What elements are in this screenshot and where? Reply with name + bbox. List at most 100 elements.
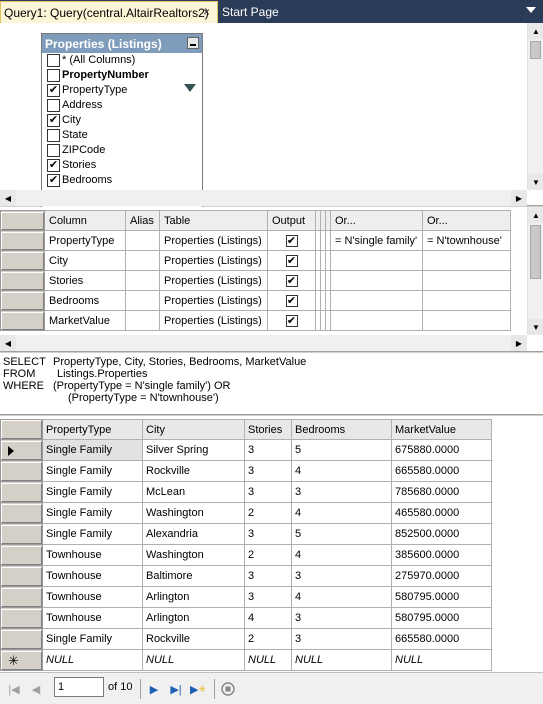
table-box-properties[interactable]: Properties (Listings) * (All Columns) Pro… [41,33,203,213]
scroll-thumb[interactable] [530,41,541,59]
result-cell-propertytype[interactable]: Townhouse [42,607,143,629]
result-cell-marketvalue[interactable]: 465580.0000 [391,502,492,524]
criteria-header-alias[interactable]: Alias [125,210,160,231]
column-checkbox[interactable]: ✔ [47,174,60,187]
criteria-cell-output[interactable]: ✔ [267,270,316,291]
scroll-left-icon[interactable]: ◀ [0,335,16,351]
result-row-selector[interactable] [0,565,43,587]
result-cell-stories[interactable]: 3 [244,439,292,461]
result-cell-bedrooms[interactable]: 3 [291,607,392,629]
criteria-cell-table[interactable]: Properties (Listings) [159,270,268,291]
criteria-header-column[interactable]: Column [44,210,126,231]
scroll-down-icon[interactable]: ▼ [528,319,543,335]
result-cell-city[interactable]: Arlington [142,607,245,629]
column-checkbox[interactable] [47,99,60,112]
tab-query1[interactable]: Query1: Query(central.AltairRealtors2) × [0,1,218,23]
criteria-cell-or1[interactable] [330,250,423,271]
results-header-marketvalue[interactable]: MarketValue [391,419,492,440]
diagram-vertical-scrollbar[interactable]: ▲ ▼ [527,23,543,190]
scroll-up-icon[interactable]: ▲ [528,207,543,223]
stop-icon[interactable] [220,681,236,697]
result-row-selector[interactable] [0,607,43,629]
result-row-selector[interactable] [0,460,43,482]
result-cell-propertytype[interactable]: Townhouse [42,565,143,587]
criteria-cell-or2[interactable] [422,270,511,291]
result-cell-bedrooms[interactable]: 5 [291,439,392,461]
result-cell-marketvalue[interactable]: 580795.0000 [391,586,492,608]
result-cell-city[interactable]: Arlington [142,586,245,608]
criteria-cell-table[interactable]: Properties (Listings) [159,290,268,311]
result-row-selector[interactable] [0,439,43,461]
result-cell-stories[interactable]: 2 [244,628,292,650]
result-cell-bedrooms[interactable]: 4 [291,502,392,524]
criteria-header-or2[interactable]: Or... [422,210,511,231]
output-checkbox[interactable]: ✔ [285,254,298,267]
result-row-selector[interactable] [0,502,43,524]
criteria-cell-column[interactable]: PropertyType [44,230,126,251]
criteria-cell-or2[interactable] [422,290,511,311]
next-record-icon[interactable]: ▶ [146,681,162,697]
column-checkbox[interactable] [47,54,60,67]
criteria-cell-table[interactable]: Properties (Listings) [159,310,268,331]
result-cell-propertytype[interactable]: Single Family [42,628,143,650]
result-row-selector[interactable] [0,628,43,650]
result-cell-propertytype[interactable]: Townhouse [42,586,143,608]
result-cell-stories[interactable]: 3 [244,565,292,587]
result-cell-city[interactable]: NULL [142,649,245,671]
result-cell-stories[interactable]: 2 [244,502,292,524]
result-cell-propertytype[interactable]: Single Family [42,481,143,503]
result-row-selector[interactable] [0,586,43,608]
table-column-row[interactable]: ✔ Bedrooms [42,173,202,188]
result-row-selector[interactable]: ✳ [0,649,43,671]
result-cell-propertytype[interactable]: Single Family [42,502,143,524]
result-cell-marketvalue[interactable]: 385600.0000 [391,544,492,566]
table-column-row[interactable]: * (All Columns) [42,53,202,68]
tab-dropdown-icon[interactable] [526,7,536,13]
table-column-row[interactable]: ✔ Stories [42,158,202,173]
criteria-cell-alias[interactable] [125,310,160,331]
result-row-selector[interactable] [0,481,43,503]
result-cell-bedrooms[interactable]: 3 [291,481,392,503]
table-column-row[interactable]: PropertyNumber [42,68,202,83]
table-column-row[interactable]: ZIPCode [42,143,202,158]
result-cell-city[interactable]: Silver Spring [142,439,245,461]
column-checkbox[interactable]: ✔ [47,84,60,97]
result-cell-marketvalue[interactable]: 275970.0000 [391,565,492,587]
scroll-down-icon[interactable]: ▼ [528,174,543,190]
first-record-icon[interactable]: |◀ [6,681,22,697]
result-cell-marketvalue[interactable]: 665580.0000 [391,460,492,482]
result-row-selector[interactable] [0,523,43,545]
result-cell-stories[interactable]: 3 [244,460,292,482]
output-checkbox[interactable]: ✔ [285,294,298,307]
result-cell-stories[interactable]: 3 [244,586,292,608]
table-column-row[interactable]: Address [42,98,202,113]
scroll-up-icon[interactable]: ▲ [528,23,543,39]
minimize-icon[interactable] [187,37,199,49]
result-cell-bedrooms[interactable]: NULL [291,649,392,671]
result-cell-bedrooms[interactable]: 3 [291,628,392,650]
result-cell-city[interactable]: Baltimore [142,565,245,587]
result-cell-city[interactable]: Washington [142,502,245,524]
table-column-row[interactable]: State [42,128,202,143]
result-cell-propertytype[interactable]: NULL [42,649,143,671]
results-header-city[interactable]: City [142,419,245,440]
result-cell-bedrooms[interactable]: 4 [291,544,392,566]
criteria-cell-or1[interactable] [330,270,423,291]
results-header-propertytype[interactable]: PropertyType [42,419,143,440]
result-cell-stories[interactable]: 2 [244,544,292,566]
criteria-header-table[interactable]: Table [159,210,268,231]
criteria-cell-or1[interactable] [330,290,423,311]
last-record-icon[interactable]: ▶| [168,681,184,697]
criteria-cell-alias[interactable] [125,250,160,271]
result-cell-propertytype[interactable]: Single Family [42,460,143,482]
output-checkbox[interactable]: ✔ [285,234,298,247]
previous-record-icon[interactable]: ◀ [28,681,44,697]
criteria-horizontal-scrollbar[interactable]: ◀ ▶ [0,335,527,351]
criteria-cell-column[interactable]: MarketValue [44,310,126,331]
criteria-cell-output[interactable]: ✔ [267,310,316,331]
criteria-header-or1[interactable]: Or... [330,210,423,231]
criteria-row-selector[interactable] [0,250,45,271]
new-record-icon[interactable]: ▶ ✳ [190,681,206,697]
criteria-cell-or2[interactable] [422,250,511,271]
criteria-row-selector[interactable] [0,310,45,331]
